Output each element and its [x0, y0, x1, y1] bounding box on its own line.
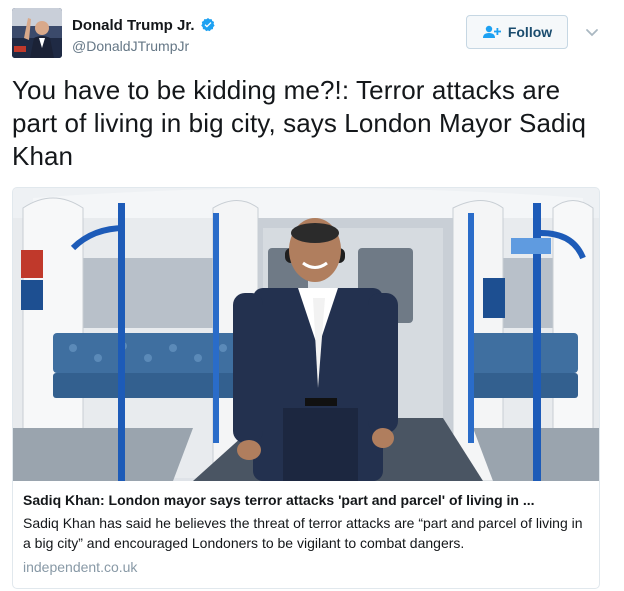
- card-domain[interactable]: independent.co.uk: [23, 559, 589, 575]
- avatar-image: [12, 8, 62, 58]
- card-image: [13, 188, 599, 481]
- card-body: Sadiq Khan: London mayor says terror att…: [13, 481, 599, 575]
- avatar[interactable]: [12, 8, 62, 58]
- tweet-text: You have to be kidding me?!: Terror atta…: [12, 75, 587, 171]
- link-card[interactable]: Sadiq Khan: London mayor says terror att…: [12, 187, 600, 589]
- card-title[interactable]: Sadiq Khan: London mayor says terror att…: [23, 491, 589, 509]
- verified-badge-icon: [200, 17, 216, 33]
- card-description: Sadiq Khan has said he believes the thre…: [23, 515, 583, 551]
- follow-button[interactable]: Follow: [466, 15, 568, 49]
- display-name[interactable]: Donald Trump Jr.: [72, 17, 195, 34]
- author-block: Donald Trump Jr. @DonaldJTrumpJr: [72, 15, 216, 54]
- chevron-down-icon[interactable]: [584, 26, 600, 38]
- add-user-icon: [482, 25, 502, 39]
- tweet: Donald Trump Jr. @DonaldJTrumpJr Follow: [0, 0, 624, 591]
- handle[interactable]: @DonaldJTrumpJr: [72, 38, 216, 54]
- follow-button-label: Follow: [507, 24, 553, 40]
